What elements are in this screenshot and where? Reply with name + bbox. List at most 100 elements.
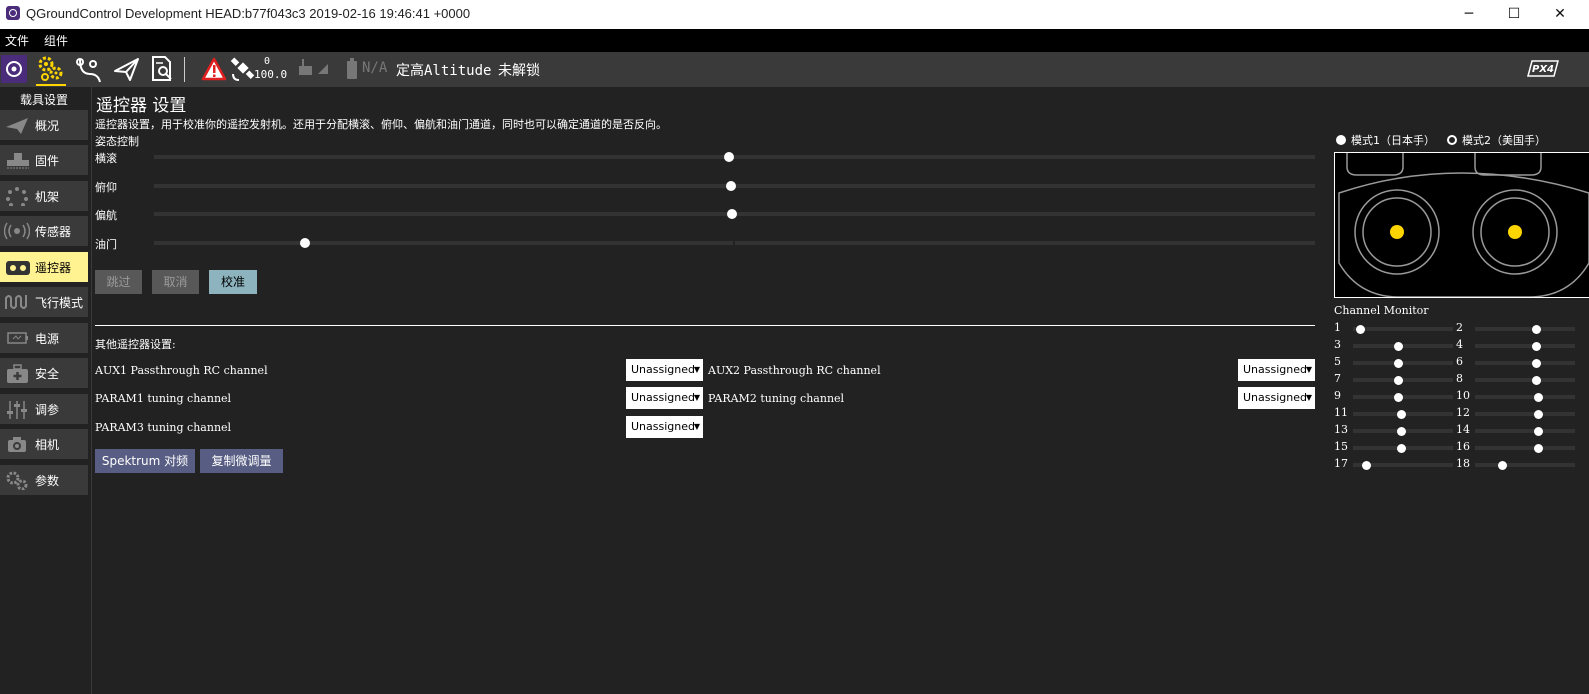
channel-bar [1475,429,1575,433]
cancel-button[interactable]: 取消 [152,270,199,294]
sidebar-item-firmware[interactable]: 固件 [0,145,88,175]
aux2-label: AUX2 Passthrough RC channel [708,364,881,377]
yaw-indicator [727,209,738,219]
channel-indicator [1394,359,1403,368]
qgc-logo-icon[interactable] [1,55,27,83]
close-button[interactable]: ✕ [1537,2,1583,26]
transmitter-image [1334,152,1589,298]
channel-number: 11 [1334,406,1348,419]
title-bar: QGroundControl Development HEAD:b77f043c… [0,0,1589,29]
channel-indicator [1498,461,1507,470]
mode2-radio[interactable] [1447,135,1457,145]
copy-trims-button[interactable]: 复制微调量 [200,449,283,473]
sidebar-item-tuning[interactable]: 调参 [0,394,88,424]
flight-mode-selector[interactable]: 定高Altitude [396,60,491,80]
param2-label: PARAM2 tuning channel [708,392,845,405]
maximize-button[interactable]: ☐ [1491,2,1537,26]
param1-channel-dropdown[interactable]: Unassigned ▼ [626,387,703,409]
chevron-down-icon: ▼ [1305,365,1312,374]
channel-number: 17 [1334,457,1348,470]
channel-bar [1475,446,1575,450]
chevron-down-icon: ▼ [693,422,700,431]
menu-widgets[interactable]: 组件 [44,32,68,49]
channel-indicator [1534,427,1543,436]
channel-bar [1353,395,1453,399]
sensors-icon [4,222,30,240]
channel-indicator [1394,342,1403,351]
minimize-button[interactable]: ─ [1446,2,1492,26]
mode1-label: 模式1（日本手） [1351,134,1435,147]
warning-icon[interactable] [200,54,230,84]
sidebar-item-flight-modes[interactable]: 飞行模式 [0,287,88,317]
mode1-radio[interactable] [1336,135,1346,145]
tuning-icon [7,401,27,419]
sidebar-item-airframe[interactable]: 机架 [0,181,88,211]
sidebar-item-power[interactable]: 电源 [0,323,88,353]
channel-bar [1353,344,1453,348]
channel-number: 4 [1456,338,1463,351]
channel-number: 7 [1334,372,1341,385]
spektrum-bind-button[interactable]: Spektrum 对频 [95,449,195,473]
safety-icon [7,364,28,383]
pitch-label: 俯仰 [95,181,117,194]
channel-number: 2 [1456,321,1463,334]
svg-text:PX4: PX4 [1532,64,1554,75]
sidebar-item-sensors[interactable]: 传感器 [0,216,88,246]
sidebar-item-summary[interactable]: 概况 [0,110,88,140]
chevron-down-icon: ▼ [1305,393,1312,402]
channel-bar [1475,361,1575,365]
channel-number: 1 [1334,321,1341,334]
param1-label: PARAM1 tuning channel [95,392,232,405]
channel-indicator [1534,410,1543,419]
chevron-down-icon: ▼ [693,365,700,374]
channel-monitor-title: Channel Monitor [1334,304,1429,317]
channel-indicator [1394,376,1403,385]
vehicle-setup-gears-icon[interactable] [36,54,66,84]
battery-status: N/A [362,60,388,76]
channel-number: 13 [1334,423,1348,436]
sidebar-item-safety[interactable]: 安全 [0,358,88,388]
menu-file[interactable]: 文件 [5,32,29,49]
sidebar-item-parameters[interactable]: 参数 [0,465,88,495]
channel-indicator [1534,393,1543,402]
channel-bar [1353,378,1453,382]
channel-number: 14 [1456,423,1470,436]
channel-indicator [1532,359,1541,368]
channel-bar [1475,344,1575,348]
channel-bar [1475,378,1575,382]
attitude-controls-header: 姿态控制 [95,135,139,148]
px4-logo: PX4 [1524,58,1562,80]
channel-number: 10 [1456,389,1470,402]
channel-bar [1475,463,1575,467]
channel-number: 16 [1456,440,1470,453]
skip-button[interactable]: 跳过 [95,270,142,294]
plan-view-icon[interactable] [74,54,104,84]
airframe-icon [6,187,28,206]
channel-indicator [1534,444,1543,453]
channel-number: 9 [1334,389,1341,402]
calibrate-button[interactable]: 校准 [209,270,257,294]
sidebar-item-radio[interactable]: 遥控器 [0,252,88,282]
radio-setup-page: 遥控器 设置 遥控器设置，用于校准你的遥控发射机。还用于分配横滚、俯仰、偏航和油… [92,87,1332,694]
channel-indicator [1397,410,1406,419]
channel-number: 18 [1456,457,1470,470]
channel-bar [1475,412,1575,416]
channel-number: 6 [1456,355,1463,368]
menu-bar: 文件 组件 [0,29,1589,52]
arm-status[interactable]: 未解锁 [498,60,540,80]
aux2-channel-dropdown[interactable]: Unassigned ▼ [1238,359,1315,381]
channel-indicator [1532,342,1541,351]
aux1-channel-dropdown[interactable]: Unassigned ▼ [626,359,703,381]
paper-plane-icon [6,118,28,134]
analyze-view-icon[interactable] [148,54,178,84]
throttle-label: 油门 [95,238,117,251]
battery-icon [7,332,28,344]
rc-rssi-icon[interactable] [296,54,328,84]
fly-view-icon[interactable] [112,54,142,84]
active-tab-indicator [36,84,66,86]
param2-channel-dropdown[interactable]: Unassigned ▼ [1238,387,1315,409]
param3-channel-dropdown[interactable]: Unassigned ▼ [626,416,703,438]
main-toolbar: 0 100.0 N/A 定高Altitude 未解锁 PX4 [0,52,1589,87]
sidebar-item-camera[interactable]: 相机 [0,429,88,459]
gps-hdop: 100.0 [254,68,288,81]
